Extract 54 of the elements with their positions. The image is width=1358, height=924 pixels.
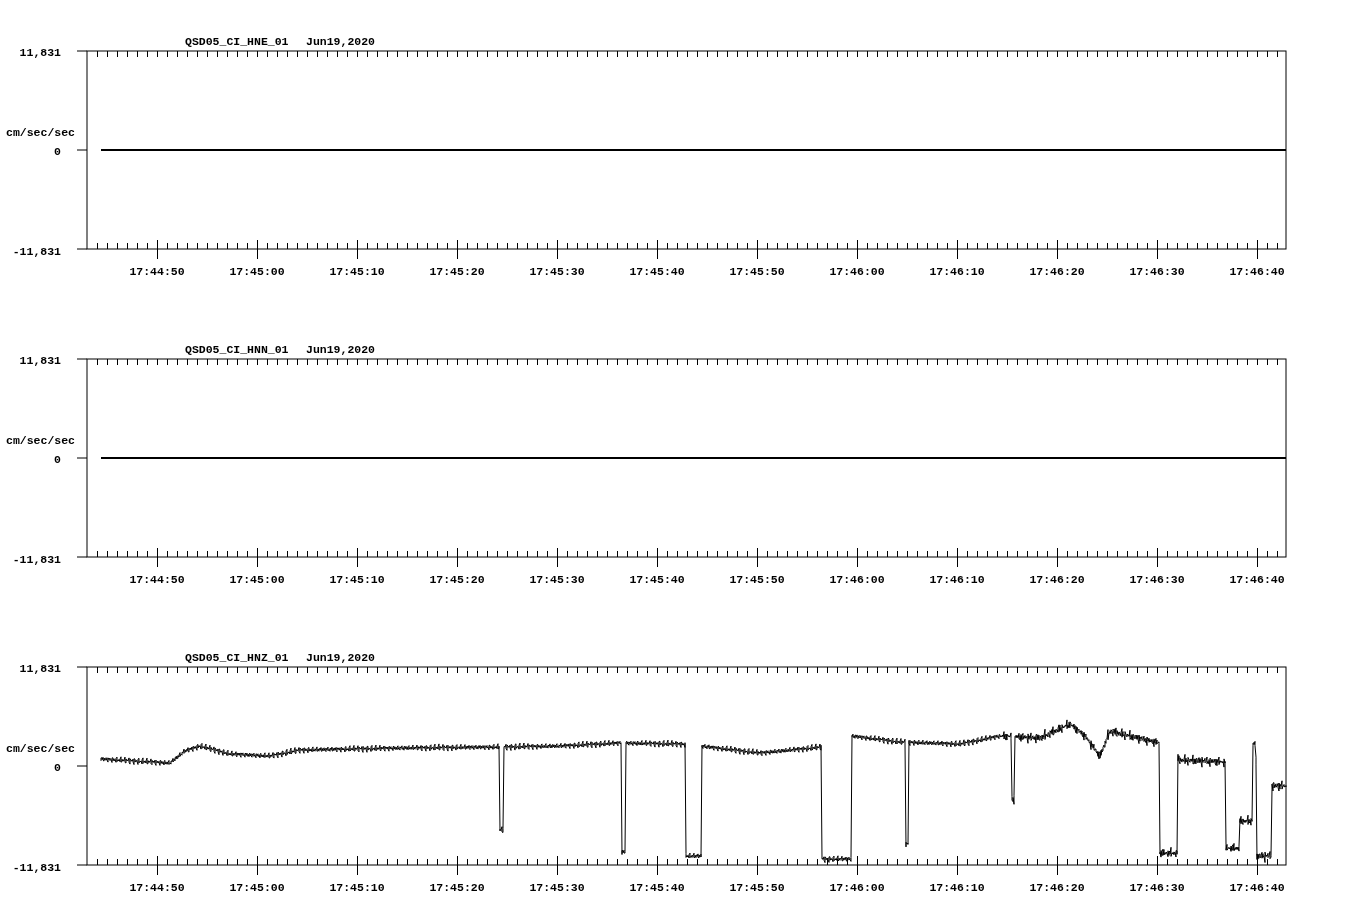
x-tick-label: 17:46:40: [1229, 881, 1285, 894]
x-tick-label: 17:45:30: [529, 265, 585, 278]
unit-label: cm/sec/sec: [6, 742, 75, 755]
x-tick-label: 17:46:40: [1229, 265, 1285, 278]
y-tick-label: 11,831: [19, 46, 61, 59]
unit-label: cm/sec/sec: [6, 434, 75, 447]
x-tick-label: 17:46:10: [929, 573, 985, 586]
x-tick-label: 17:46:00: [829, 265, 885, 278]
x-tick-label: 17:46:30: [1129, 881, 1185, 894]
station-title: QSD05_CI_HNE_01: [185, 35, 289, 48]
x-tick-label: 17:46:30: [1129, 573, 1185, 586]
x-tick-label: 17:46:20: [1029, 265, 1085, 278]
x-tick-label: 17:46:20: [1029, 881, 1085, 894]
x-tick-label: 17:45:40: [629, 881, 685, 894]
x-tick-label: 17:45:50: [729, 265, 785, 278]
x-tick-label: 17:44:50: [129, 573, 185, 586]
x-tick-label: 17:45:10: [329, 881, 385, 894]
y-tick-label: 11,831: [19, 354, 61, 367]
x-tick-label: 17:45:50: [729, 573, 785, 586]
date-label: Jun19,2020: [306, 343, 375, 356]
y-tick-label: 0: [54, 761, 61, 774]
y-tick-label: 0: [54, 453, 61, 466]
x-tick-label: 17:46:10: [929, 881, 985, 894]
x-tick-label: 17:45:10: [329, 265, 385, 278]
x-tick-label: 17:45:40: [629, 265, 685, 278]
date-label: Jun19,2020: [306, 651, 375, 664]
x-tick-label: 17:45:00: [229, 881, 285, 894]
x-tick-label: 17:46:30: [1129, 265, 1185, 278]
x-tick-label: 17:45:00: [229, 265, 285, 278]
y-tick-label: -11,831: [12, 553, 61, 566]
y-tick-label: 0: [54, 145, 61, 158]
x-tick-label: 17:45:20: [429, 881, 485, 894]
station-title: QSD05_CI_HNZ_01: [185, 651, 289, 664]
y-tick-label: 11,831: [19, 662, 61, 675]
station-title: QSD05_CI_HNN_01: [185, 343, 289, 356]
x-tick-label: 17:45:30: [529, 881, 585, 894]
x-tick-label: 17:45:40: [629, 573, 685, 586]
x-tick-label: 17:45:10: [329, 573, 385, 586]
x-tick-label: 17:45:20: [429, 573, 485, 586]
x-tick-label: 17:46:20: [1029, 573, 1085, 586]
y-tick-label: -11,831: [12, 861, 61, 874]
date-label: Jun19,2020: [306, 35, 375, 48]
x-tick-label: 17:46:10: [929, 265, 985, 278]
x-tick-label: 17:45:30: [529, 573, 585, 586]
x-tick-label: 17:46:00: [829, 573, 885, 586]
x-tick-label: 17:46:00: [829, 881, 885, 894]
unit-label: cm/sec/sec: [6, 126, 75, 139]
y-tick-label: -11,831: [12, 245, 61, 258]
x-tick-label: 17:44:50: [129, 881, 185, 894]
x-tick-label: 17:45:20: [429, 265, 485, 278]
x-tick-label: 17:45:00: [229, 573, 285, 586]
x-tick-label: 17:44:50: [129, 265, 185, 278]
x-tick-label: 17:46:40: [1229, 573, 1285, 586]
x-tick-label: 17:45:50: [729, 881, 785, 894]
